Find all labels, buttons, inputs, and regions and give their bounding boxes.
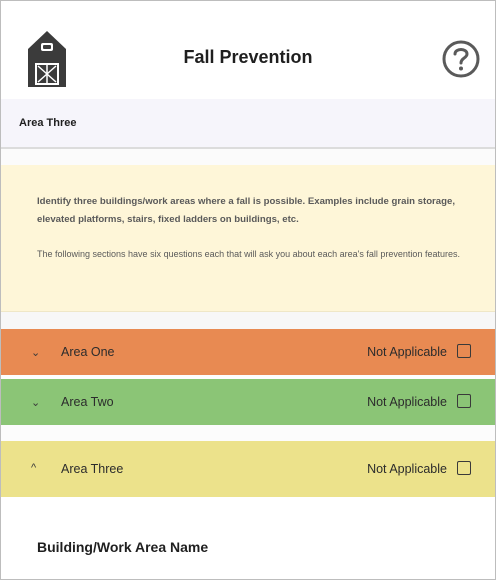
section-area-two[interactable]: ⌄ Area Two Not Applicable — [1, 379, 495, 425]
section-area-one[interactable]: ⌄ Area One Not Applicable — [1, 329, 495, 375]
info-paragraph-1: Identify three buildings/work areas wher… — [37, 196, 455, 225]
header: Fall Prevention — [1, 1, 495, 99]
page-title: Fall Prevention — [183, 47, 313, 67]
info-panel: Identify three buildings/work areas wher… — [1, 165, 495, 312]
spacer — [1, 149, 495, 165]
spacer — [1, 312, 495, 329]
chevron-down-icon: ⌄ — [31, 397, 41, 409]
chevron-down-icon: ⌄ — [31, 347, 41, 359]
not-applicable-checkbox[interactable] — [457, 461, 471, 475]
section-label: Area Three — [61, 462, 124, 476]
app-frame: Fall Prevention Area Three Identify thre… — [0, 0, 496, 580]
building-name-label: Building/Work Area Name — [37, 539, 209, 555]
section-label: Area Two — [61, 395, 114, 409]
spacer — [1, 425, 495, 441]
section-body: Building/Work Area Name — [1, 497, 495, 579]
not-applicable-label: Not Applicable — [367, 462, 447, 476]
section-label: Area One — [61, 345, 115, 359]
not-applicable-label: Not Applicable — [367, 395, 447, 409]
chevron-up-icon: ^ — [31, 462, 37, 474]
not-applicable-checkbox[interactable] — [457, 344, 471, 358]
subheader-title: Area Three — [19, 117, 77, 129]
not-applicable-label: Not Applicable — [367, 345, 447, 359]
not-applicable-checkbox[interactable] — [457, 394, 471, 408]
subheader: Area Three — [1, 99, 495, 149]
help-icon[interactable] — [441, 39, 481, 79]
section-area-three[interactable]: ^ Area Three Not Applicable — [1, 441, 495, 497]
info-paragraph-2: The following sections have six question… — [37, 249, 460, 259]
